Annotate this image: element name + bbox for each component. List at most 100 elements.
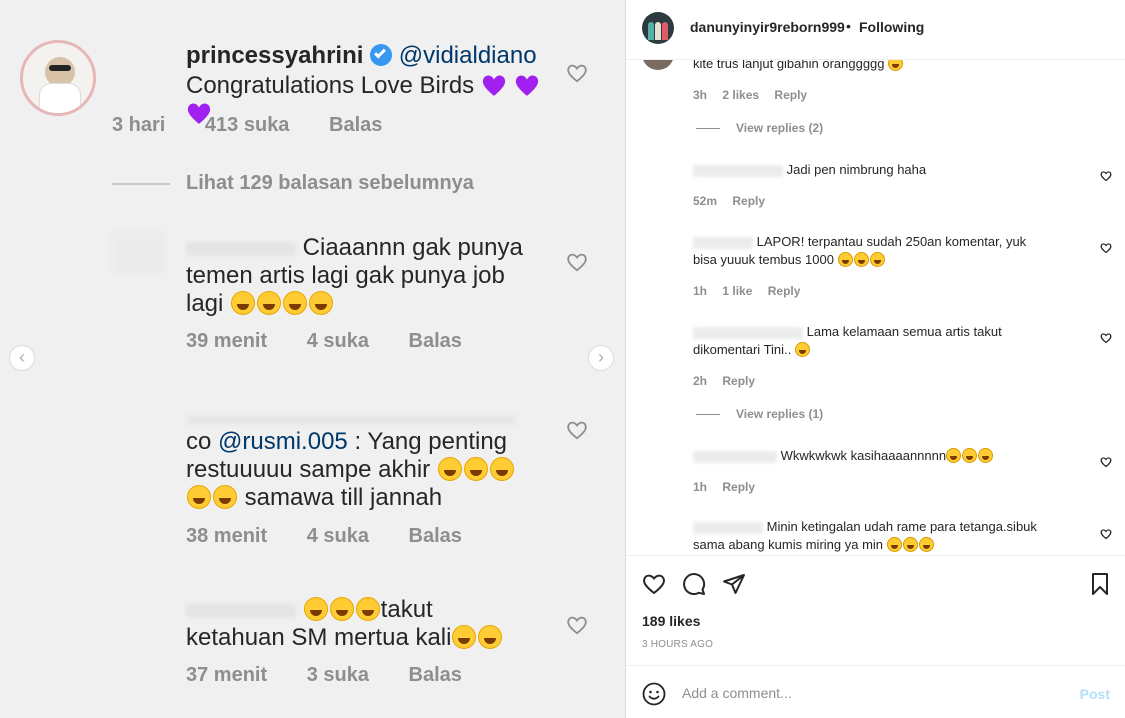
comment-reply[interactable]: Balas [409,525,462,547]
commenter-avatar[interactable] [642,60,674,70]
comment-text-line: temen artis lagi gak punya job [186,262,505,289]
header-separator: • [846,18,851,34]
poster-username[interactable]: danunyinyir9reborn999 [690,19,845,35]
comment-username[interactable]: princessyahrini [186,42,363,69]
comment-item: Lama kelamaan semua artis takut dikoment… [693,323,1093,359]
reply-button[interactable]: Reply [722,374,755,388]
laughing-emoji-icon [329,597,354,621]
blurred-avatar [112,232,166,274]
comment-like-heart-icon[interactable] [1100,241,1112,254]
laughing-emoji-icon [902,537,918,552]
comment-text-line: Ciaaannn gak punya [302,234,523,261]
comment-like-heart-icon[interactable] [1100,331,1112,344]
laughing-emoji-icon [463,457,488,481]
view-previous-label: Lihat 129 balasan sebelumnya [186,172,474,194]
like-heart-icon[interactable] [642,572,666,596]
comment-text-line: : Yang penting [354,428,508,455]
comment-likes[interactable]: 4 suka [307,525,369,547]
laughing-emoji-icon [886,537,902,552]
comment-item: kite trus lanjut gibahin oranggggg [693,60,1093,73]
post-image: princessyahrini @vidialdiano Congratulat… [0,0,625,718]
comment-time: 1h [693,480,708,494]
share-paper-plane-icon[interactable] [722,572,746,596]
post-timestamp[interactable]: 3 HOURS AGO [642,639,713,650]
laughing-emoji-icon [794,342,810,357]
bookmark-icon[interactable] [1088,572,1112,596]
comment-likes[interactable]: 3 suka [307,664,369,686]
blurred-username [693,236,753,249]
post-comment-button[interactable]: Post [1080,686,1110,702]
laughing-emoji-icon [283,291,308,315]
reply-button[interactable]: Reply [774,88,807,102]
comment-reply[interactable]: Balas [409,664,462,686]
purple-heart-icon [482,75,505,96]
comment-like-heart-icon[interactable] [1100,527,1112,540]
comment-likes[interactable]: 2 likes [722,88,759,102]
laughing-emoji-icon [187,485,211,509]
view-replies-button[interactable]: View replies (2) [696,121,823,135]
blurred-username [693,326,803,339]
like-heart-icon[interactable] [566,420,588,440]
blurred-username [693,164,783,177]
comment-like-heart-icon[interactable] [1100,169,1112,182]
comment-text-line: ketahuan SM mertua kali [186,624,452,651]
likes-count[interactable]: 189 likes [642,613,700,629]
reply-button[interactable]: Reply [722,480,755,494]
comment-input[interactable] [682,680,1062,706]
reply-button[interactable]: Reply [732,194,765,208]
view-replies-button[interactable]: View replies (1) [696,407,823,421]
comment-time: 38 menit [186,525,268,547]
laughing-emoji-icon [309,291,334,315]
comment-time: 39 menit [186,330,268,352]
comment-likes[interactable]: 413 suka [205,114,290,136]
purple-heart-icon [515,75,538,96]
blurred-username [693,450,777,463]
laughing-emoji-icon [853,252,869,267]
previous-image-button[interactable]: ‹ [9,345,35,371]
laughing-emoji-icon [231,291,256,315]
blurred-username [186,603,296,618]
laughing-emoji-icon [962,448,978,463]
comment-text: Jadi pen nimbrung haha [786,162,927,177]
comment-mention[interactable]: @vidialdiano [399,42,537,69]
laughing-emoji-icon [946,448,962,463]
comment-time: 3h [693,88,708,102]
comment-item: Jadi pen nimbrung haha [693,161,1093,179]
like-heart-icon[interactable] [566,63,588,83]
comment-text: Minin ketingalan udah rame para tetanga.… [766,519,1037,534]
comment-likes[interactable]: 4 suka [307,330,369,352]
laughing-emoji-icon [452,625,477,649]
comment-text: dikomentari Tini.. [693,342,792,357]
follow-status-button[interactable]: Following [859,19,924,35]
view-previous-replies[interactable]: Lihat 129 balasan sebelumnya [112,172,474,195]
comment-mention[interactable]: @rusmi.005 [218,428,348,455]
laughing-emoji-icon [489,457,514,481]
comment-time: 1h [693,284,708,298]
like-heart-icon[interactable] [566,252,588,272]
blurred-username [186,241,296,256]
next-image-button[interactable]: › [588,345,614,371]
comment-time: 52m [693,194,718,208]
comment-reply[interactable]: Balas [329,114,382,136]
laughing-emoji-icon [888,60,904,71]
comments-list[interactable]: kite trus lanjut gibahin oranggggg 3h 2 … [626,60,1125,555]
comment-like-heart-icon[interactable] [1100,455,1112,468]
comment-bubble-icon[interactable] [682,572,706,596]
like-heart-icon[interactable] [566,615,588,635]
laughing-emoji-icon [837,252,853,267]
emoji-smiley-icon[interactable] [642,682,666,706]
comment-text: kite trus lanjut gibahin oranggggg [693,60,885,71]
comment-text-line: takut [380,596,433,623]
laughing-emoji-icon [869,252,885,267]
comment-item: LAPOR! terpantau sudah 250an komentar, y… [693,233,1093,269]
blurred-username [693,521,763,534]
comment-text: sama abang kumis miring ya min [693,537,884,552]
comment-likes[interactable]: 1 like [722,284,752,298]
laughing-emoji-icon [355,597,380,621]
comment-reply[interactable]: Balas [409,330,462,352]
poster-avatar[interactable] [642,12,674,44]
verified-badge-icon [370,44,393,66]
comment-text-line: samawa till jannah [244,484,443,511]
comment-text: Lama kelamaan semua artis takut [806,324,1002,339]
reply-button[interactable]: Reply [768,284,801,298]
